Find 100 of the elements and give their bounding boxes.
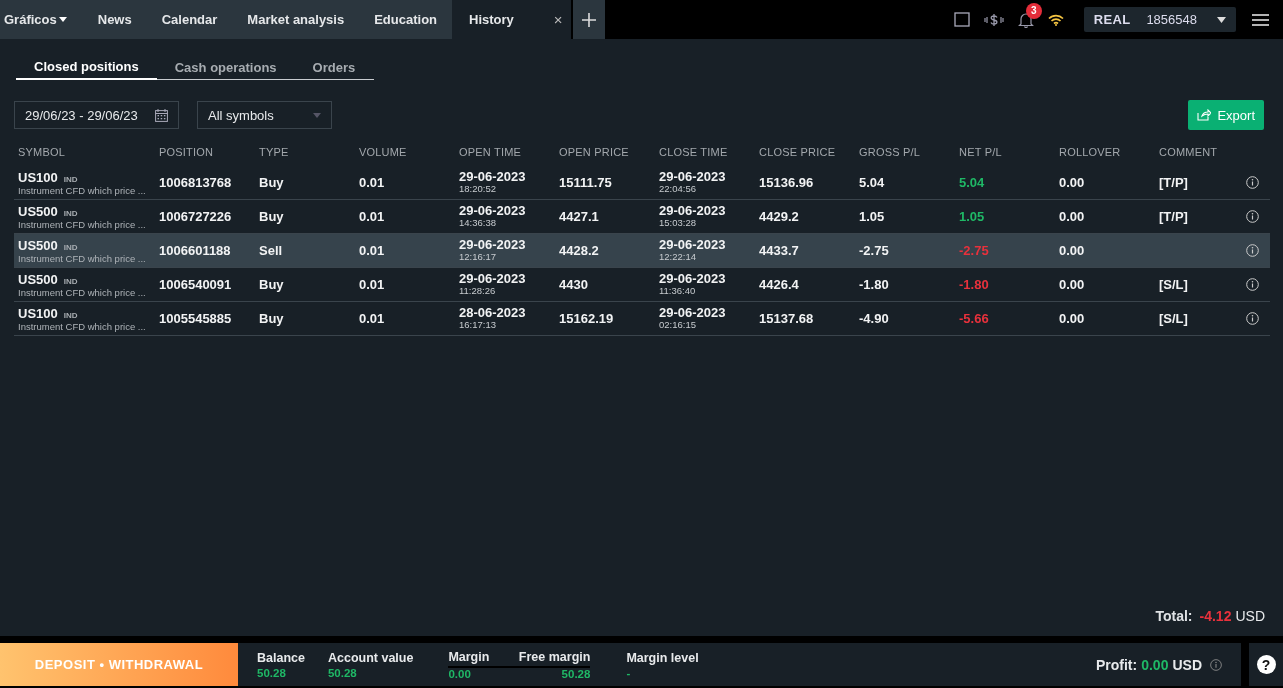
date-text: 29-06-2023 — [459, 170, 527, 185]
table-row[interactable]: US500 IND Instrument CFD which price ... 1006601188 Sell 0.01 29-06-2023 12:16:17 4428.2 29-06-2023 12:22:14 4433.7 -2.75 -2.75 0.00 — [14, 234, 1270, 268]
dollar-signal-icon[interactable] — [983, 12, 1004, 27]
table-cell-text: 0.01 — [358, 243, 386, 258]
table-cell-text: -1.80 — [858, 277, 890, 292]
caret-icon — [58, 17, 67, 22]
table-cell-text: 4428.2 — [558, 243, 600, 258]
sub-tab[interactable]: Cash operations — [156, 57, 295, 79]
table-cell-text: 1.05 — [858, 209, 886, 224]
stat-value: - — [626, 667, 632, 679]
table-cell-text: 0.01 — [358, 277, 386, 292]
symbol-name: US100 — [18, 305, 58, 321]
time-text: 18:20:52 — [459, 184, 497, 195]
help-button[interactable]: ? — [1256, 655, 1276, 674]
table-cell-text: 15111.75 — [558, 175, 613, 190]
table-cell-text: 4430 — [558, 277, 589, 292]
account-selector[interactable]: REAL 1856548 — [1083, 7, 1236, 32]
column-header: TYPE — [258, 146, 290, 158]
sub-tab[interactable]: Orders — [294, 57, 374, 79]
top-tab[interactable]: Market analysis — [232, 0, 360, 39]
wifi-icon — [1047, 13, 1064, 26]
table-cell-text: -2.75 — [858, 243, 890, 258]
column-header: NET P/L — [958, 146, 1003, 158]
symbol-name: US100 — [18, 169, 58, 185]
table-cell-text: 4427.1 — [558, 209, 600, 224]
time-text: 12:16:17 — [459, 252, 497, 263]
symbol-description: Instrument CFD which price ... — [18, 184, 147, 196]
column-header: SYMBOL — [17, 146, 67, 158]
stat-value: 0.00 — [448, 668, 472, 680]
date-text: 29-06-2023 — [659, 238, 727, 253]
menu-icon[interactable] — [1252, 13, 1269, 26]
time-text: 11:28:26 — [459, 286, 497, 297]
table-cell-text: 0.00 — [1058, 277, 1086, 292]
table-cell-text: -5.66 — [958, 311, 990, 326]
table-row[interactable]: US100 IND Instrument CFD which price ... 1006813768 Buy 0.01 29-06-2023 18:20:52 15111.75 29-06-2023 22:04:56 15136.96 5.04 5.04 0.00 [T/P] — [14, 166, 1270, 200]
share-icon — [1197, 109, 1212, 121]
caret-icon — [313, 112, 321, 118]
symbol-description: Instrument CFD which price ... — [18, 286, 147, 298]
table-cell-text: 15137.68 — [758, 311, 815, 326]
table-cell-text: 5.04 — [958, 175, 986, 190]
stat-value: 50.28 — [327, 667, 358, 679]
time-text: 11:36:40 — [659, 286, 697, 297]
table-cell-text: Sell — [258, 243, 284, 258]
info-icon[interactable] — [1246, 176, 1259, 189]
caret-icon — [1217, 16, 1226, 23]
info-icon[interactable] — [1246, 210, 1259, 223]
symbol-tag: IND — [63, 276, 78, 286]
top-tab[interactable]: History × — [452, 0, 571, 39]
column-header: ROLLOVER — [1058, 146, 1122, 158]
symbol-dropdown[interactable]: All symbols — [197, 101, 332, 129]
date-text: 29-06-2023 — [659, 306, 727, 321]
date-range-field[interactable]: 29/06/23 - 29/06/23 — [14, 101, 179, 129]
symbol-name: US500 — [18, 237, 58, 253]
time-text: 02:16:15 — [659, 320, 697, 331]
table-cell-text: 1.05 — [958, 209, 986, 224]
table-cell-text: Buy — [258, 277, 285, 292]
table-cell-text: 0.01 — [358, 175, 386, 190]
date-text: 29-06-2023 — [659, 170, 727, 185]
symbol-tag: IND — [63, 208, 78, 218]
table-cell-text: 0.01 — [358, 209, 386, 224]
table-row[interactable]: US500 IND Instrument CFD which price ... 1006540091 Buy 0.01 29-06-2023 11:28:26 4430 29-06-2023 11:36:40 4426.4 -1.80 -1.80 0.00 [S/L] — [14, 268, 1270, 302]
time-text: 15:03:28 — [659, 218, 697, 229]
table-cell-text: 0.00 — [1058, 243, 1086, 258]
table-cell-text: 1006727226 — [158, 209, 233, 224]
table-cell-text: 5.04 — [858, 175, 886, 190]
top-tab[interactable]: Education — [359, 0, 453, 39]
notification-badge: 3 — [1025, 2, 1042, 19]
top-tab[interactable]: News — [82, 0, 147, 39]
column-header: CLOSE TIME — [658, 146, 729, 158]
column-header: POSITION — [158, 146, 215, 158]
add-tab-button[interactable] — [572, 0, 605, 39]
info-icon[interactable] — [1246, 312, 1259, 325]
table-cell-text: 1006601188 — [158, 243, 232, 258]
window-icon[interactable] — [953, 12, 970, 27]
table-cell-text: [T/P] — [1158, 209, 1189, 224]
profit-currency: USD — [1172, 656, 1202, 673]
top-tab[interactable]: Calendar — [146, 0, 233, 39]
table-cell-text: 1006540091 — [158, 277, 233, 292]
table-cell-text: 1005545885 — [158, 311, 233, 326]
date-text: 29-06-2023 — [459, 272, 527, 287]
table-cell-text: [T/P] — [1158, 175, 1189, 190]
table-cell-text: [S/L] — [1158, 311, 1189, 326]
time-text: 22:04:56 — [659, 184, 697, 195]
profit-value: 0.00 — [1141, 656, 1169, 673]
column-header: OPEN PRICE — [558, 146, 630, 158]
info-icon[interactable] — [1246, 278, 1259, 291]
date-text: 29-06-2023 — [659, 204, 727, 219]
close-tab[interactable]: × — [553, 11, 563, 28]
stat-label: Balance — [257, 650, 305, 667]
column-header: OPEN TIME — [458, 146, 523, 158]
table-cell-text: Buy — [258, 175, 285, 190]
profit-label: Profit: — [1095, 656, 1138, 673]
table-cell-text: [S/L] — [1158, 277, 1189, 292]
table-cell-text: 0.00 — [1058, 175, 1086, 190]
sub-tab[interactable]: Closed positions — [16, 57, 157, 80]
charts-dropdown[interactable]: Gráficos — [0, 0, 83, 39]
table-cell-text: -4.90 — [858, 311, 890, 326]
table-row[interactable]: US100 IND Instrument CFD which price ... 1005545885 Buy 0.01 28-06-2023 16:17:13 15162.19 29-06-2023 02:16:15 15137.68 -4.90 -5.66 0.00 [S/L] — [14, 302, 1270, 336]
info-icon[interactable] — [1246, 244, 1259, 257]
table-cell-text: Buy — [258, 209, 285, 224]
